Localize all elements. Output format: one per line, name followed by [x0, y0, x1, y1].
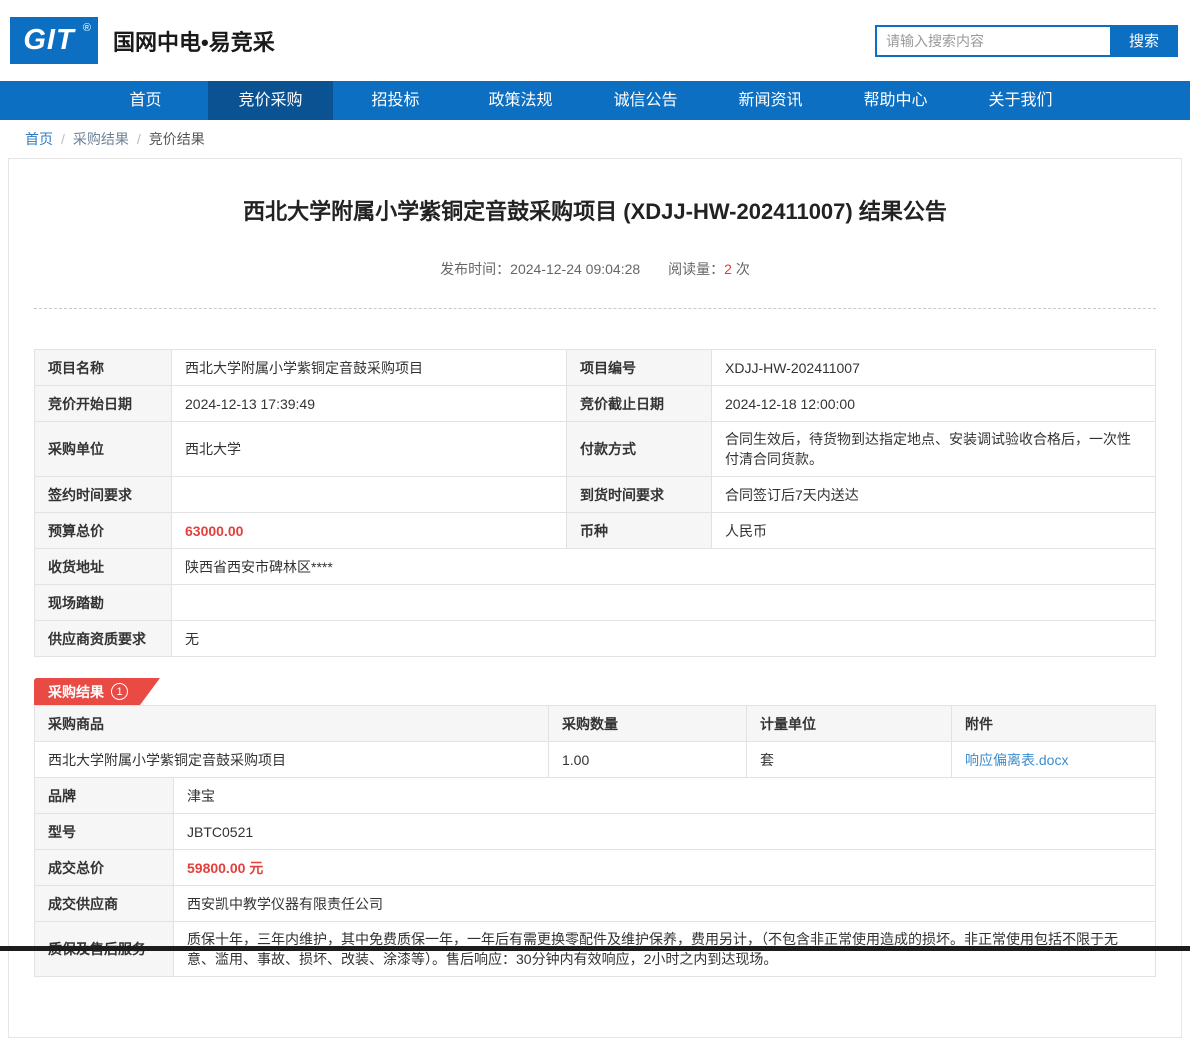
label-delivery-time-requirement: 到货时间要求: [567, 477, 712, 513]
logo-text: GIT: [23, 24, 84, 57]
label-project-name: 项目名称: [35, 350, 172, 386]
article-meta: 发布时间：2024-12-24 09:04:28 阅读量：2 次: [9, 259, 1181, 279]
label-bid-start-date: 竞价开始日期: [35, 386, 172, 422]
label-payment-method: 付款方式: [567, 422, 712, 477]
value-signing-time-requirement: [172, 477, 567, 513]
table-row: 收货地址 陕西省西安市碑林区****: [35, 549, 1156, 585]
nav-item-bidding-purchase[interactable]: 竞价采购: [208, 81, 333, 120]
attachment-link[interactable]: 响应偏离表.docx: [965, 752, 1068, 768]
value-quantity: 1.00: [549, 742, 747, 778]
label-currency: 币种: [567, 513, 712, 549]
badge-number-icon: 1: [111, 683, 128, 700]
value-model: JBTC0521: [174, 814, 1156, 850]
label-bid-end-date: 竞价截止日期: [567, 386, 712, 422]
table-header-row: 采购商品 采购数量 计量单位 附件: [35, 706, 1156, 742]
value-brand: 津宝: [174, 778, 1156, 814]
table-row: 签约时间要求 到货时间要求 合同签订后7天内送达: [35, 477, 1156, 513]
header-attachment: 附件: [952, 706, 1156, 742]
header-quantity: 采购数量: [549, 706, 747, 742]
table-row: 竞价开始日期 2024-12-13 17:39:49 竞价截止日期 2024-1…: [35, 386, 1156, 422]
site-name: 国网中电•易竞采: [113, 25, 275, 57]
label-deal-total-price: 成交总价: [35, 850, 174, 886]
table-row: 西北大学附属小学紫铜定音鼓采购项目 1.00 套 响应偏离表.docx: [35, 742, 1156, 778]
nav-item-news[interactable]: 新闻资讯: [708, 81, 833, 120]
label-budget-total: 预算总价: [35, 513, 172, 549]
views-count: 2: [724, 261, 732, 277]
value-delivery-time-requirement: 合同签订后7天内送达: [712, 477, 1156, 513]
value-bid-end-date: 2024-12-18 12:00:00: [712, 386, 1156, 422]
table-row: 供应商资质要求 无: [35, 621, 1156, 657]
nav-item-tenders[interactable]: 招投标: [333, 81, 458, 120]
breadcrumb: 首页 / 采购结果 / 竞价结果: [0, 120, 1190, 158]
label-brand: 品牌: [35, 778, 174, 814]
registered-trademark-icon: ®: [83, 22, 91, 34]
publish-time-label: 发布时间：: [440, 261, 510, 277]
label-signing-time-requirement: 签约时间要求: [35, 477, 172, 513]
label-project-number: 项目编号: [567, 350, 712, 386]
nav-item-policies[interactable]: 政策法规: [458, 81, 583, 120]
table-row: 型号 JBTC0521: [35, 814, 1156, 850]
value-project-number: XDJJ-HW-202411007: [712, 350, 1156, 386]
value-site-survey: [172, 585, 1156, 621]
value-payment-method: 合同生效后，待货物到达指定地点、安装调试验收合格后，一次性付清合同货款。: [712, 422, 1156, 477]
value-supplier-qualification: 无: [172, 621, 1156, 657]
nav-item-help-center[interactable]: 帮助中心: [833, 81, 958, 120]
label-winning-supplier: 成交供应商: [35, 886, 174, 922]
main-nav: 首页 竞价采购 招投标 政策法规 诚信公告 新闻资讯 帮助中心 关于我们: [0, 81, 1190, 120]
value-unit: 套: [747, 742, 952, 778]
value-currency: 人民币: [712, 513, 1156, 549]
purchase-result-badge: 采购结果 1: [34, 678, 160, 705]
nav-item-integrity-notices[interactable]: 诚信公告: [583, 81, 708, 120]
header-product: 采购商品: [35, 706, 549, 742]
badge-label: 采购结果: [48, 682, 104, 702]
table-row: 项目名称 西北大学附属小学紫铜定音鼓采购项目 项目编号 XDJJ-HW-2024…: [35, 350, 1156, 386]
search-button[interactable]: 搜索: [1110, 25, 1178, 57]
nav-item-about-us[interactable]: 关于我们: [958, 81, 1083, 120]
views-unit: 次: [736, 261, 750, 277]
value-deal-total-price: 59800.00 元: [174, 850, 1156, 886]
label-delivery-address: 收货地址: [35, 549, 172, 585]
value-project-name: 西北大学附属小学紫铜定音鼓采购项目: [172, 350, 567, 386]
value-budget-total: 63000.00: [172, 513, 567, 549]
value-bid-start-date: 2024-12-13 17:39:49: [172, 386, 567, 422]
table-row: 成交供应商 西安凯中教学仪器有限责任公司: [35, 886, 1156, 922]
bottom-edge-strip: [0, 946, 1190, 951]
table-row: 采购单位 西北大学 付款方式 合同生效后，待货物到达指定地点、安装调试验收合格后…: [35, 422, 1156, 477]
value-delivery-address: 陕西省西安市碑林区****: [172, 549, 1156, 585]
table-row: 预算总价 63000.00 币种 人民币: [35, 513, 1156, 549]
value-product-name: 西北大学附属小学紫铜定音鼓采购项目: [35, 742, 549, 778]
dashed-divider: [34, 308, 1156, 309]
breadcrumb-home-link[interactable]: 首页: [25, 129, 53, 149]
project-info-table: 项目名称 西北大学附属小学紫铜定音鼓采购项目 项目编号 XDJJ-HW-2024…: [34, 349, 1156, 657]
table-row: 成交总价 59800.00 元: [35, 850, 1156, 886]
header-unit: 计量单位: [747, 706, 952, 742]
nav-item-home[interactable]: 首页: [83, 81, 208, 120]
value-winning-supplier: 西安凯中教学仪器有限责任公司: [174, 886, 1156, 922]
search-bar: 搜索: [875, 25, 1178, 57]
result-product-table: 采购商品 采购数量 计量单位 附件 西北大学附属小学紫铜定音鼓采购项目 1.00…: [34, 705, 1156, 778]
site-logo[interactable]: GIT ®: [10, 17, 98, 64]
table-row: 现场踏勘: [35, 585, 1156, 621]
breadcrumb-separator: /: [61, 131, 65, 147]
label-model: 型号: [35, 814, 174, 850]
breadcrumb-separator: /: [137, 131, 141, 147]
label-purchasing-unit: 采购单位: [35, 422, 172, 477]
breadcrumb-purchase-results-link[interactable]: 采购结果: [73, 129, 129, 149]
result-badge-row: 采购结果 1: [34, 678, 1156, 705]
breadcrumb-current: 竞价结果: [149, 129, 205, 149]
table-row: 品牌 津宝: [35, 778, 1156, 814]
site-header: GIT ® 国网中电•易竞采 搜索: [0, 0, 1190, 81]
label-site-survey: 现场踏勘: [35, 585, 172, 621]
search-input[interactable]: [875, 25, 1110, 57]
views-label: 阅读量：: [668, 261, 724, 277]
publish-time-value: 2024-12-24 09:04:28: [510, 261, 640, 277]
label-supplier-qualification: 供应商资质要求: [35, 621, 172, 657]
value-purchasing-unit: 西北大学: [172, 422, 567, 477]
page-title: 西北大学附属小学紫铜定音鼓采购项目 (XDJJ-HW-202411007) 结果…: [69, 197, 1121, 227]
announcement-panel: 西北大学附属小学紫铜定音鼓采购项目 (XDJJ-HW-202411007) 结果…: [8, 158, 1182, 1038]
